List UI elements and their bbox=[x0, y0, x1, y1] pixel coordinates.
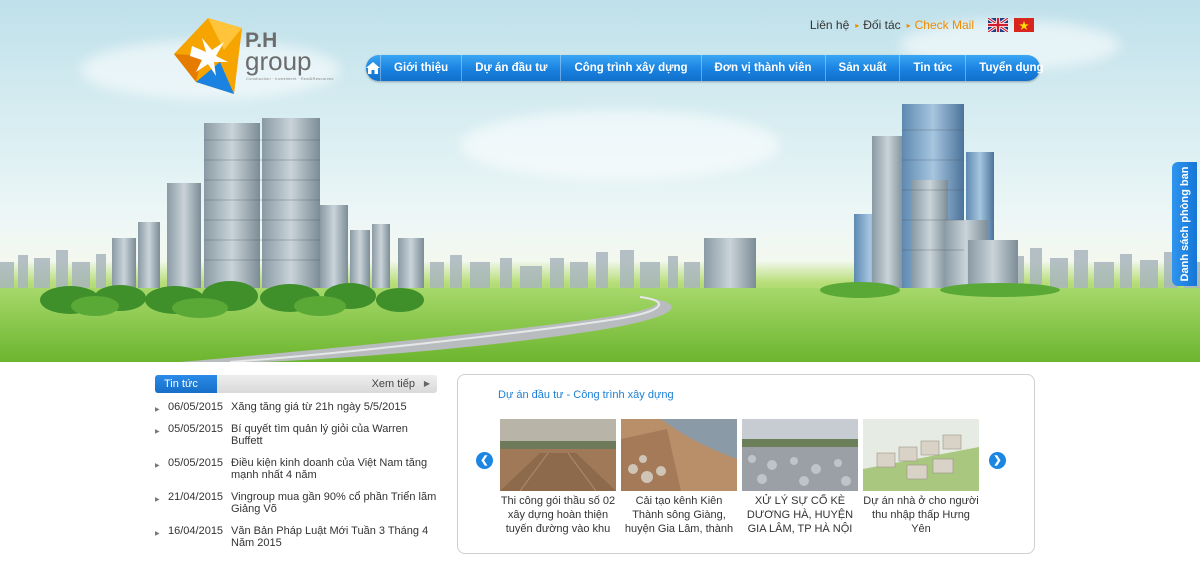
project-card[interactable]: Cải tạo kênh Kiên Thành sông Giàng, huyệ… bbox=[621, 419, 737, 536]
nav-item-don-vi-thanh-vien[interactable]: Đơn vị thành viên bbox=[702, 55, 826, 81]
news-item[interactable]: ▶ 21/04/2015 Vingroup mua gần 90% cổ phầ… bbox=[155, 491, 437, 515]
arrow-right-icon: ❯ bbox=[993, 454, 1002, 466]
project-photo-canal[interactable] bbox=[621, 419, 737, 491]
home-icon bbox=[366, 62, 380, 74]
bullet-arrow-icon: ▶ bbox=[155, 429, 160, 435]
nav-item-tin-tuc[interactable]: Tin tức bbox=[900, 55, 967, 81]
nav-item-tuyen-dung[interactable]: Tuyển dụng bbox=[966, 55, 1056, 81]
brand-name-line2: group bbox=[245, 46, 312, 76]
vietnam-flag-icon[interactable] bbox=[1014, 18, 1034, 32]
project-caption[interactable]: Cải tạo kênh Kiên Thành sông Giàng, huyệ… bbox=[621, 494, 737, 536]
nav-item-cong-trinh-xay-dung[interactable]: Công trình xây dựng bbox=[561, 55, 702, 81]
brand-tagline: Construction · Investment · Real&Resourc… bbox=[246, 76, 334, 81]
project-caption[interactable]: Dự án nhà ở cho người thu nhập thấp Hưng… bbox=[863, 494, 979, 536]
news-date: 05/05/2015 bbox=[168, 423, 224, 435]
bullet-arrow-icon: ▶ bbox=[155, 407, 160, 413]
nav-item-san-xuat[interactable]: Sản xuất bbox=[826, 55, 901, 81]
project-card[interactable]: Dự án nhà ở cho người thu nhập thấp Hưng… bbox=[863, 419, 979, 536]
bullet-arrow-icon: ▸ bbox=[855, 20, 860, 30]
project-caption[interactable]: XỬ LÝ SỰ CỐ KÈ DƯƠNG HÀ, HUYỆN GIA LÂM, … bbox=[742, 494, 858, 536]
arrow-left-icon: ❮ bbox=[480, 454, 489, 466]
projects-panel: Dự án đầu tư - Công trình xây dựng ❮ ❯ T… bbox=[457, 374, 1035, 554]
news-title[interactable]: Vingroup mua gần 90% cổ phần Triển lãm G… bbox=[231, 491, 437, 515]
news-title[interactable]: Bí quyết tìm quản lý giỏi của Warren Buf… bbox=[231, 423, 437, 447]
project-photo-housing[interactable] bbox=[863, 419, 979, 491]
ph-group-logo[interactable]: P.H group Construction · Investment · Re… bbox=[172, 16, 333, 96]
project-caption[interactable]: Thi công gói thầu số 02 xây dựng hoàn th… bbox=[500, 494, 616, 536]
news-date: 16/04/2015 bbox=[168, 525, 224, 537]
home-button[interactable] bbox=[366, 55, 381, 81]
project-photo-dirt-road[interactable] bbox=[500, 419, 616, 491]
main-nav: Giới thiệu Dự án đầu tư Công trình xây d… bbox=[366, 55, 1044, 81]
projects-carousel: Thi công gói thầu số 02 xây dựng hoàn th… bbox=[500, 419, 980, 545]
news-more-link[interactable]: Xem tiếp bbox=[372, 375, 415, 393]
contact-link[interactable]: Liên hệ bbox=[810, 18, 849, 32]
news-item[interactable]: ▶ 05/05/2015 Bí quyết tìm quản lý giỏi c… bbox=[155, 423, 437, 447]
news-date: 21/04/2015 bbox=[168, 491, 224, 503]
nav-item-gioi-thieu[interactable]: Giới thiệu bbox=[381, 55, 463, 81]
news-date: 05/05/2015 bbox=[168, 457, 224, 469]
project-photo-embankment[interactable] bbox=[742, 419, 858, 491]
carousel-next-button[interactable]: ❯ bbox=[989, 452, 1006, 469]
news-title[interactable]: Điều kiện kinh doanh của Việt Nam tăng m… bbox=[231, 457, 437, 481]
news-tab[interactable]: Tin tức bbox=[155, 375, 217, 393]
bullet-arrow-icon: ▶ bbox=[155, 531, 160, 537]
department-list-label: Danh sách phòng ban bbox=[1178, 166, 1191, 282]
projects-title[interactable]: Dự án đầu tư - Công trình xây dựng bbox=[498, 389, 674, 401]
nav-item-du-an-dau-tu[interactable]: Dự án đầu tư bbox=[462, 55, 562, 81]
carousel-prev-button[interactable]: ❮ bbox=[476, 452, 493, 469]
project-card[interactable]: XỬ LÝ SỰ CỐ KÈ DƯƠNG HÀ, HUYỆN GIA LÂM, … bbox=[742, 419, 858, 536]
news-item[interactable]: ▶ 16/04/2015 Văn Bản Pháp Luật Mới Tuần … bbox=[155, 525, 437, 549]
news-date: 06/05/2015 bbox=[168, 401, 224, 413]
project-card[interactable]: Thi công gói thầu số 02 xây dựng hoàn th… bbox=[500, 419, 616, 536]
check-mail-link[interactable]: Check Mail bbox=[915, 18, 974, 32]
news-panel: Tin tức Xem tiếp ▶ ▶ 06/05/2015 Xăng tăn… bbox=[155, 375, 437, 575]
partner-link[interactable]: Đối tác bbox=[863, 18, 900, 32]
news-list: ▶ 06/05/2015 Xăng tăng giá từ 21h ngày 5… bbox=[155, 401, 437, 549]
news-item[interactable]: ▶ 06/05/2015 Xăng tăng giá từ 21h ngày 5… bbox=[155, 401, 437, 413]
top-links: Liên hệ ▸ Đối tác ▸ Check Mail bbox=[810, 18, 1034, 32]
bullet-arrow-icon: ▶ bbox=[155, 463, 160, 469]
bullet-arrow-icon: ▶ bbox=[155, 497, 160, 503]
news-item[interactable]: ▶ 05/05/2015 Điều kiện kinh doanh của Vi… bbox=[155, 457, 437, 481]
logo-mark-icon bbox=[174, 18, 242, 94]
bullet-arrow-icon: ▸ bbox=[906, 20, 911, 30]
uk-flag-icon[interactable] bbox=[988, 18, 1008, 32]
department-list-tab[interactable]: Danh sách phòng ban bbox=[1172, 162, 1197, 286]
chevron-right-icon: ▶ bbox=[423, 379, 430, 388]
news-header: Tin tức Xem tiếp ▶ bbox=[155, 375, 437, 393]
news-title[interactable]: Văn Bản Pháp Luật Mới Tuần 3 Tháng 4 Năm… bbox=[231, 525, 437, 549]
news-title[interactable]: Xăng tăng giá từ 21h ngày 5/5/2015 bbox=[231, 401, 437, 413]
